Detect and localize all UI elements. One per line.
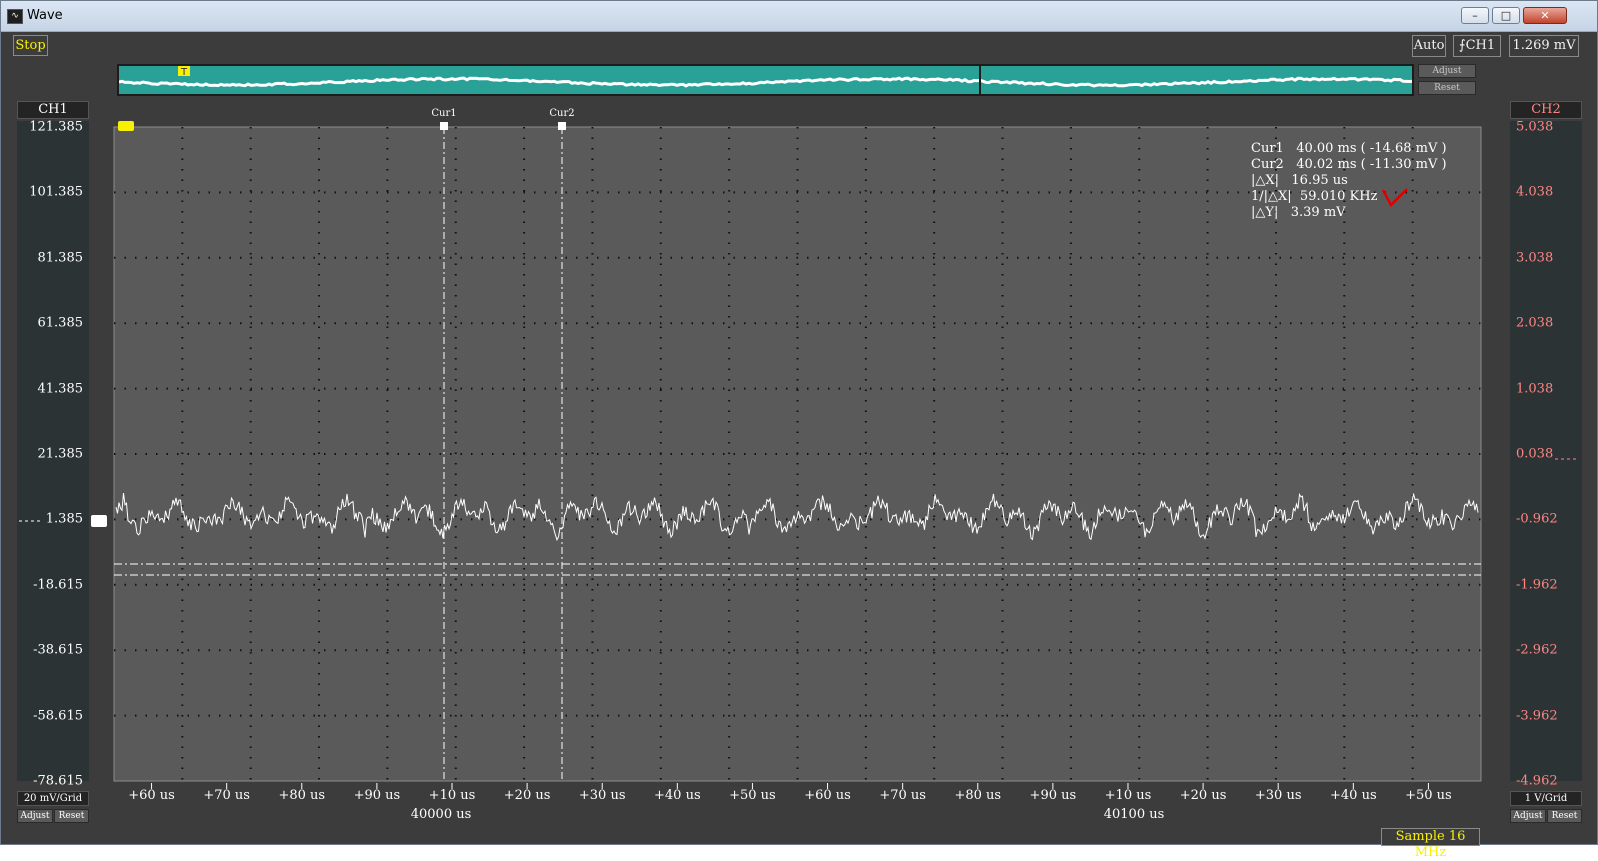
x-tick-label: +40 us bbox=[654, 788, 701, 803]
x-tick-label: +50 us bbox=[729, 788, 776, 803]
waveform-plot[interactable] bbox=[1, 1, 1598, 846]
x-tick-label: +10 us bbox=[1104, 788, 1152, 803]
x-tick-label: +80 us bbox=[278, 788, 326, 803]
x-tick-label: +90 us bbox=[353, 788, 401, 803]
x-tick-label: +90 us bbox=[1029, 788, 1077, 803]
delta-y-readout: |△Y| 3.39 mV bbox=[1251, 205, 1346, 220]
x-tick-label: +70 us bbox=[879, 788, 926, 803]
cursor1-readout: Cur1 40.00 ms ( -14.68 mV ) bbox=[1251, 141, 1447, 156]
x-tick-label: +20 us bbox=[503, 788, 551, 803]
x-tick-label: +60 us bbox=[804, 788, 851, 803]
x-tick-label: +30 us bbox=[578, 788, 626, 803]
x-tick-label: +20 us bbox=[1179, 788, 1227, 803]
x-base-label: 40000 us bbox=[410, 807, 472, 822]
x-tick-label: +10 us bbox=[428, 788, 476, 803]
x-tick-label: +60 us bbox=[128, 788, 175, 803]
cursor2-handle[interactable] bbox=[558, 122, 566, 130]
x-tick-label: +80 us bbox=[954, 788, 1002, 803]
ch1-ground-marker[interactable] bbox=[91, 515, 107, 527]
delta-x-readout: |△X| 16.95 us bbox=[1251, 173, 1348, 188]
cursor2-readout: Cur2 40.02 ms ( -11.30 mV ) bbox=[1251, 157, 1447, 172]
cursor1-tag[interactable]: Cur1 bbox=[431, 108, 456, 119]
cursor1-handle[interactable] bbox=[440, 122, 448, 130]
cursor-readout: Cur1 40.00 ms ( -14.68 mV ) Cur2 40.02 m… bbox=[1251, 141, 1447, 221]
x-tick-label: +70 us bbox=[203, 788, 250, 803]
trigger-level-marker[interactable] bbox=[118, 121, 134, 131]
cursor2-tag[interactable]: Cur2 bbox=[549, 108, 574, 119]
x-tick-label: +40 us bbox=[1330, 788, 1377, 803]
frequency-readout: 1/|△X| 59.010 KHz bbox=[1251, 189, 1378, 204]
wave-window: ∿ Wave – □ ✕ Stop Auto ⨍CH1 1.269 mV T A… bbox=[0, 0, 1598, 860]
x-base-label: 40100 us bbox=[1103, 807, 1165, 822]
sample-rate-indicator: Sample 16 MHz bbox=[1381, 828, 1480, 860]
x-tick-label: +50 us bbox=[1405, 788, 1452, 803]
check-mark-icon bbox=[1381, 188, 1408, 208]
x-tick-label: +30 us bbox=[1254, 788, 1302, 803]
